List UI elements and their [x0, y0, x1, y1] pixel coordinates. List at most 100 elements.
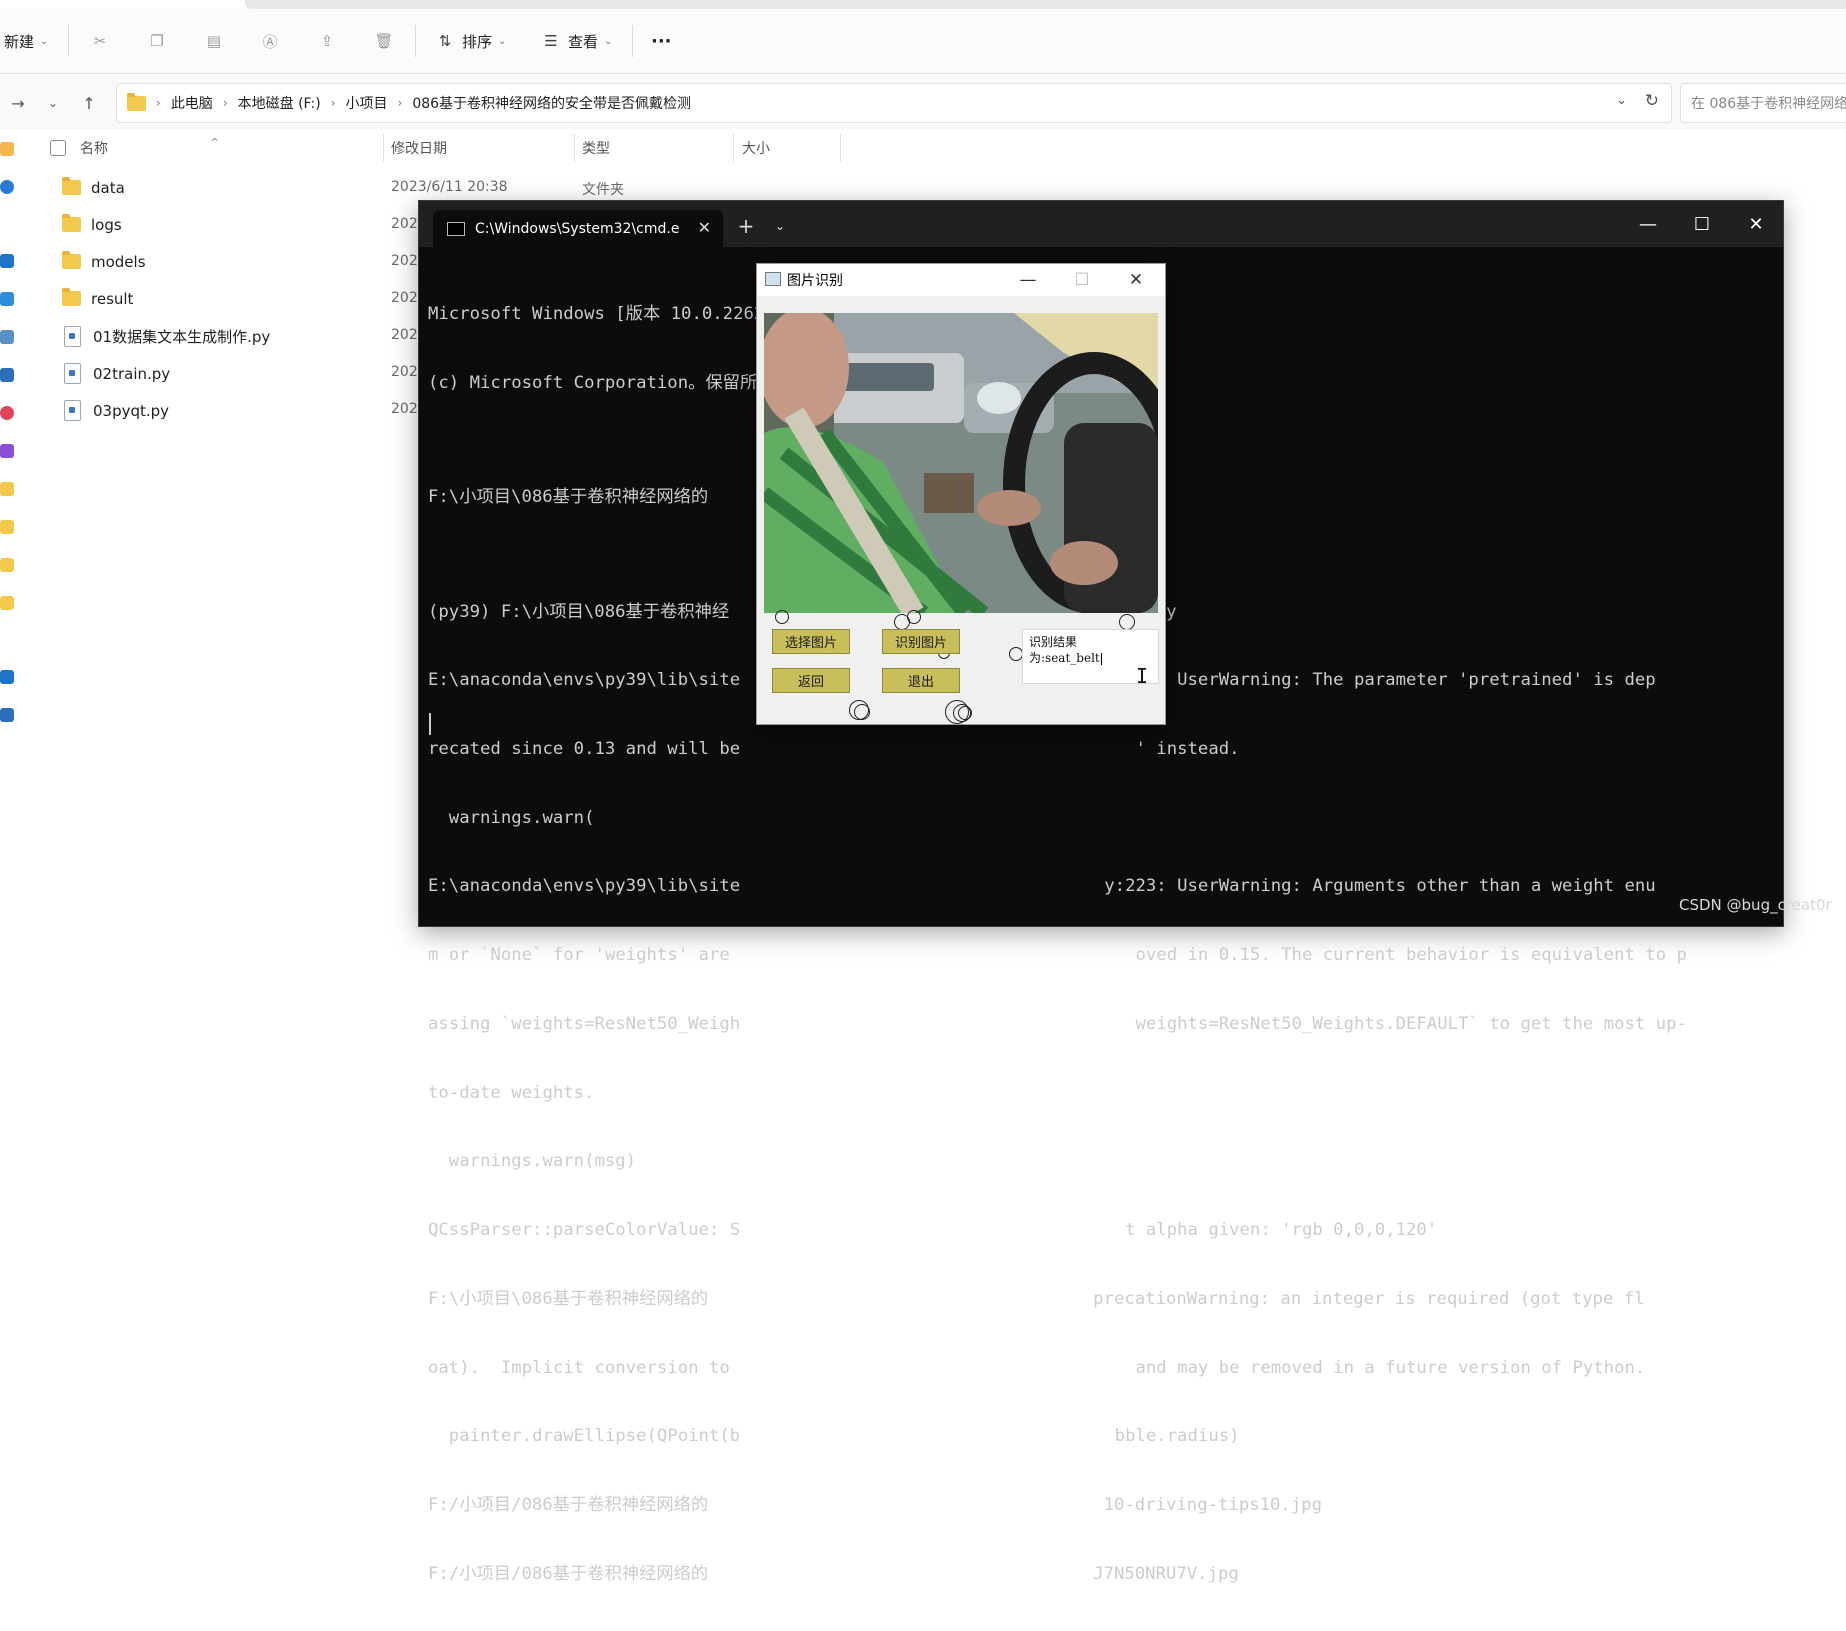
nav-downloads-icon[interactable] [0, 292, 14, 306]
rename-button[interactable]: Ⓐ [259, 9, 281, 73]
column-label: 名称 [80, 141, 108, 157]
list-item[interactable]: 03pyqt.py [20, 392, 400, 429]
console-line: assing `weights=ResNet50_Weigh weights=R… [428, 1013, 1687, 1034]
minimize-button[interactable]: — [1621, 201, 1675, 247]
toolbar-divider [68, 25, 69, 57]
breadcrumb-item[interactable]: 086基于卷积神经网络的安全带是否佩戴检测 [412, 93, 691, 113]
more-icon: ··· [651, 30, 672, 52]
button-label: 返回 [797, 675, 824, 690]
checkbox-icon [50, 140, 66, 156]
arrow-up-icon: ↑ [82, 93, 96, 113]
breadcrumb-item[interactable]: 小项目 [346, 93, 388, 113]
nav-pictures-icon[interactable] [0, 368, 14, 382]
column-label: 类型 [582, 141, 610, 157]
cut-button[interactable]: ✂ [89, 9, 111, 73]
column-header-date[interactable]: 修改日期 [391, 130, 447, 166]
nav-folder-icon[interactable] [0, 558, 14, 572]
file-name: result [91, 289, 134, 308]
file-date: 202 [391, 253, 418, 269]
select-image-button[interactable]: 选择图片 [772, 629, 850, 654]
file-name: models [91, 252, 146, 271]
nav-documents-icon[interactable] [0, 330, 14, 344]
delete-button[interactable]: 🗑 [373, 9, 395, 73]
share-icon: ⇪ [320, 32, 334, 50]
list-item[interactable]: 02train.py [20, 355, 400, 392]
minimize-icon: — [1019, 270, 1037, 290]
ibeam-cursor-icon: I [1136, 664, 1149, 688]
share-button[interactable]: ⇪ [316, 9, 338, 73]
dialog-titlebar[interactable]: 图片识别 — ☐ ✕ [757, 264, 1165, 296]
text-cursor [429, 713, 431, 735]
column-divider[interactable] [840, 134, 841, 162]
select-all-checkbox[interactable] [50, 130, 66, 166]
exit-button[interactable]: 退出 [882, 668, 960, 693]
view-button[interactable]: ☰ 查看 ⌄ [540, 9, 612, 73]
column-divider[interactable] [383, 134, 384, 162]
close-icon: ✕ [1128, 270, 1144, 290]
terminal-titlebar[interactable]: C:\Windows\System32\cmd.e ✕ + ⌄ — ☐ ✕ [419, 201, 1783, 247]
maximize-icon: ☐ [1074, 270, 1090, 290]
minimize-button[interactable]: — [1005, 264, 1051, 296]
breadcrumb-item[interactable]: 本地磁盘 (F:) [238, 93, 321, 113]
column-label: 修改日期 [391, 141, 447, 157]
scissors-icon: ✂ [93, 32, 107, 50]
sort-button[interactable]: ⇅ 排序 ⌄ [434, 9, 507, 73]
nav-videos-icon[interactable] [0, 444, 14, 458]
sort-arrow-icon: ^ [210, 135, 220, 149]
image-recognition-dialog[interactable]: 图片识别 — ☐ ✕ 选择图片 识别图片 返回 退出 识别结果 为:seat_b… [756, 263, 1166, 725]
address-dropdown-icon[interactable]: ⌄ [1616, 93, 1627, 108]
recent-button[interactable]: ⌄ [40, 90, 66, 116]
address-bar[interactable]: › 此电脑 › 本地磁盘 (F:) › 小项目 › 086基于卷积神经网络的安全… [116, 83, 1672, 123]
list-item[interactable]: 01数据集文本生成制作.py [20, 318, 400, 355]
chevron-down-icon: ⌄ [40, 35, 49, 47]
terminal-tab[interactable]: C:\Windows\System32\cmd.e ✕ [433, 210, 723, 247]
chevron-right-icon: › [156, 96, 161, 110]
nav-folder-icon[interactable] [0, 482, 14, 496]
close-button[interactable]: ✕ [1113, 264, 1159, 296]
list-item[interactable]: data [20, 169, 400, 206]
close-button[interactable]: ✕ [1729, 201, 1783, 247]
forward-button[interactable]: → [5, 90, 31, 116]
nav-cloud-icon[interactable] [0, 180, 14, 194]
terminal-icon [447, 221, 465, 236]
nav-folder-icon[interactable] [0, 596, 14, 610]
column-divider[interactable] [574, 134, 575, 162]
column-header-size[interactable]: 大小 [742, 130, 770, 166]
close-icon[interactable]: ✕ [698, 218, 711, 237]
file-name: 01数据集文本生成制作.py [93, 328, 271, 346]
app-icon [765, 272, 781, 286]
console-line: m or `None` for 'weights' are oved in 0.… [428, 945, 1687, 966]
tab-dropdown-button[interactable]: ⌄ [765, 211, 795, 241]
column-divider[interactable] [733, 134, 734, 162]
nav-thispc-icon[interactable] [0, 670, 14, 684]
copy-button[interactable]: ❐ [146, 9, 168, 73]
python-file-icon [64, 363, 81, 384]
column-header-name[interactable]: 名称 [80, 130, 108, 166]
nav-drive-icon[interactable] [0, 708, 14, 722]
column-header-type[interactable]: 类型 [582, 130, 610, 166]
button-label: 退出 [907, 675, 934, 690]
text-caret [1100, 652, 1102, 665]
breadcrumb-item[interactable]: 此电脑 [171, 93, 213, 113]
more-button[interactable]: ··· [651, 9, 672, 73]
paste-button[interactable]: ▤ [203, 9, 225, 73]
new-tab-button[interactable]: + [729, 211, 763, 241]
list-item[interactable]: logs [20, 206, 400, 243]
nav-music-icon[interactable] [0, 406, 14, 420]
console-line: warnings.warn(msg) [428, 1151, 637, 1172]
nav-home-icon[interactable] [0, 142, 14, 156]
refresh-icon[interactable]: ↻ [1645, 91, 1659, 111]
up-button[interactable]: ↑ [76, 90, 102, 116]
console-line: F:/小项目/086基于卷积神经网络的 J7N50NRU7V.jpg [428, 1563, 1239, 1584]
nav-desktop-icon[interactable] [0, 254, 14, 268]
search-input[interactable]: 在 086基于卷积神经网络... [1680, 83, 1846, 123]
bubble-decoration [1119, 614, 1135, 630]
nav-folder-icon[interactable] [0, 520, 14, 534]
list-item[interactable]: result [20, 280, 400, 317]
back-button[interactable]: 返回 [772, 668, 850, 693]
list-item[interactable]: models [20, 243, 400, 280]
maximize-button[interactable]: ☐ [1675, 201, 1729, 247]
chevron-right-icon: › [397, 96, 403, 110]
new-button[interactable]: 新建 ⌄ [4, 9, 48, 73]
recognize-image-button[interactable]: 识别图片 [882, 629, 960, 654]
